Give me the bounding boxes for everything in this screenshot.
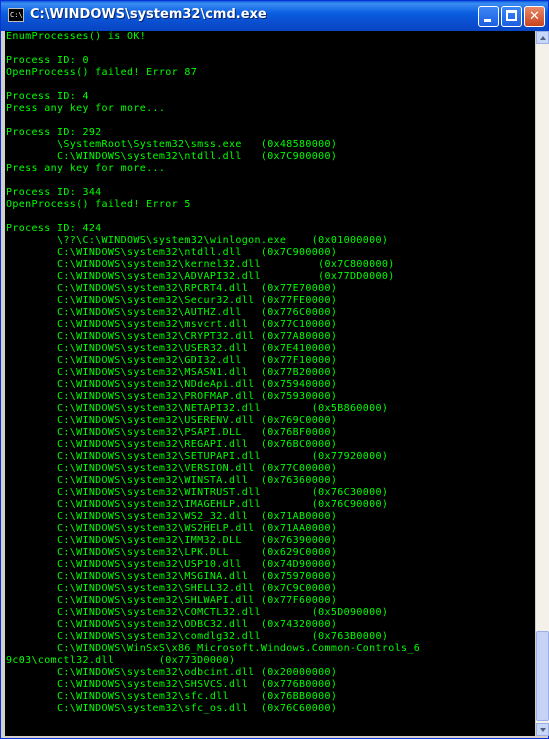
- console-line: C:\WINDOWS\system32\NETAPI32.dll (0x5B86…: [6, 403, 389, 414]
- minimize-icon: [484, 19, 491, 22]
- console-line: C:\WINDOWS\system32\RPCRT4.dll (0x77E700…: [6, 283, 338, 294]
- console-line: \SystemRoot\System32\smss.exe (0x4858000…: [6, 139, 338, 150]
- console-line: Process ID: 292: [6, 127, 102, 138]
- console-line: C:\WINDOWS\system32\WINSTA.dll (0x763600…: [6, 475, 338, 486]
- console-line: Process ID: 344: [6, 187, 102, 198]
- console-line: C:\WINDOWS\system32\NDdeApi.dll (0x75940…: [6, 379, 338, 390]
- console-line: \??\C:\WINDOWS\system32\winlogon.exe (0x…: [6, 235, 389, 246]
- console-line: C:\WINDOWS\system32\CRYPT32.dll (0x77A80…: [6, 331, 338, 342]
- console-line: C:\WINDOWS\WinSxS\x86_Microsoft.Windows.…: [6, 643, 421, 654]
- scrollbar-thumb[interactable]: [536, 631, 549, 721]
- maximize-button[interactable]: [501, 6, 522, 27]
- console-app-icon[interactable]: C:\: [8, 8, 24, 22]
- console-line: C:\WINDOWS\system32\ntdll.dll (0x7C90000…: [6, 151, 338, 162]
- console-line: C:\WINDOWS\system32\ADVAPI32.dll (0x77DD…: [6, 271, 395, 282]
- console-line: C:\WINDOWS\system32\Secur32.dll (0x77FE0…: [6, 295, 338, 306]
- console-line: EnumProcesses() is OK!: [6, 31, 147, 42]
- console-line: 9c03\comctl32.dll (0x773D0000): [6, 655, 236, 666]
- console-line: C:\WINDOWS\system32\ODBC32.dll (0x743200…: [6, 619, 338, 630]
- arrow-up-icon: [540, 36, 546, 40]
- console-line: C:\WINDOWS\system32\VERSION.dll (0x77C00…: [6, 463, 338, 474]
- console-line: C:\WINDOWS\system32\MSGINA.dll (0x759700…: [6, 571, 338, 582]
- console-line: C:\WINDOWS\system32\sfc_os.dll (0x76C600…: [6, 703, 338, 714]
- vertical-scrollbar[interactable]: [535, 31, 549, 736]
- console-line: Press any key for more...: [6, 103, 166, 114]
- maximize-icon: [506, 10, 517, 21]
- console-line: Process ID: 4: [6, 91, 89, 102]
- console-line: C:\WINDOWS\system32\SETUPAPI.dll (0x7792…: [6, 451, 389, 462]
- console-line: C:\WINDOWS\system32\SHSVCS.dll (0x776B00…: [6, 679, 338, 690]
- console-line: C:\WINDOWS\system32\IMM32.DLL (0x7639000…: [6, 535, 338, 546]
- console-line: C:\WINDOWS\system32\sfc.dll (0x76BB0000): [6, 691, 338, 702]
- minimize-button[interactable]: [478, 6, 499, 27]
- arrow-down-icon: [540, 728, 546, 732]
- console-line: C:\WINDOWS\system32\COMCTL32.dll (0x5D09…: [6, 607, 389, 618]
- console-line: C:\WINDOWS\system32\AUTHZ.dll (0x776C000…: [6, 307, 338, 318]
- console-line: C:\WINDOWS\system32\LPK.DLL (0x629C0000): [6, 547, 338, 558]
- console-line: C:\WINDOWS\system32\kernel32.dll (0x7C80…: [6, 259, 395, 270]
- console-line: C:\WINDOWS\system32\comdlg32.dll (0x763B…: [6, 631, 389, 642]
- console-output[interactable]: EnumProcesses() is OK! Process ID: 0 OpenP…: [5, 31, 535, 736]
- console-line: Press any key for more...: [6, 163, 166, 174]
- console-line: C:\WINDOWS\system32\WS2HELP.dll (0x71AA0…: [6, 523, 338, 534]
- console-line: OpenProcess() failed! Error 5: [6, 199, 191, 210]
- console-line: C:\WINDOWS\system32\WS2_32.dll (0x71AB00…: [6, 511, 338, 522]
- console-line: C:\WINDOWS\system32\IMAGEHLP.dll (0x76C9…: [6, 499, 389, 510]
- window-title: C:\WINDOWS\system32\cmd.exe: [30, 7, 267, 22]
- console-line: C:\WINDOWS\system32\odbcint.dll (0x20000…: [6, 667, 338, 678]
- console-line: OpenProcess() failed! Error 87: [6, 67, 198, 78]
- console-line: C:\WINDOWS\system32\GDI32.dll (0x77F1000…: [6, 355, 338, 366]
- scroll-up-button[interactable]: [536, 31, 549, 44]
- console-line: C:\WINDOWS\system32\msvcrt.dll (0x77C100…: [6, 319, 338, 330]
- console-line: C:\WINDOWS\system32\USERENV.dll (0x769C0…: [6, 415, 338, 426]
- console-line: C:\WINDOWS\system32\PSAPI.DLL (0x76BF000…: [6, 427, 338, 438]
- console-line: C:\WINDOWS\system32\PROFMAP.dll (0x75930…: [6, 391, 338, 402]
- title-bar[interactable]: C:\ C:\WINDOWS\system32\cmd.exe ✕: [1, 1, 548, 31]
- console-line: C:\WINDOWS\system32\WINTRUST.dll (0x76C3…: [6, 487, 389, 498]
- console-line: C:\WINDOWS\system32\MSASN1.dll (0x77B200…: [6, 367, 338, 378]
- close-icon: ✕: [529, 9, 540, 24]
- console-line: C:\WINDOWS\system32\REGAPI.dll (0x76BC00…: [6, 439, 338, 450]
- console-line: Process ID: 0: [6, 55, 89, 66]
- scroll-down-button[interactable]: [536, 723, 549, 736]
- close-button[interactable]: ✕: [524, 6, 545, 27]
- console-line: C:\WINDOWS\system32\SHELL32.dll (0x7C9C0…: [6, 583, 338, 594]
- console-line: Process ID: 424: [6, 223, 102, 234]
- cmd-window: C:\ C:\WINDOWS\system32\cmd.exe ✕ EnumPr…: [0, 0, 549, 739]
- console-line: C:\WINDOWS\system32\ntdll.dll (0x7C90000…: [6, 247, 338, 258]
- console-line: C:\WINDOWS\system32\SHLWAPI.dll (0x77F60…: [6, 595, 338, 606]
- console-line: C:\WINDOWS\system32\USP10.dll (0x74D9000…: [6, 559, 338, 570]
- console-line: C:\WINDOWS\system32\USER32.dll (0x7E4100…: [6, 343, 338, 354]
